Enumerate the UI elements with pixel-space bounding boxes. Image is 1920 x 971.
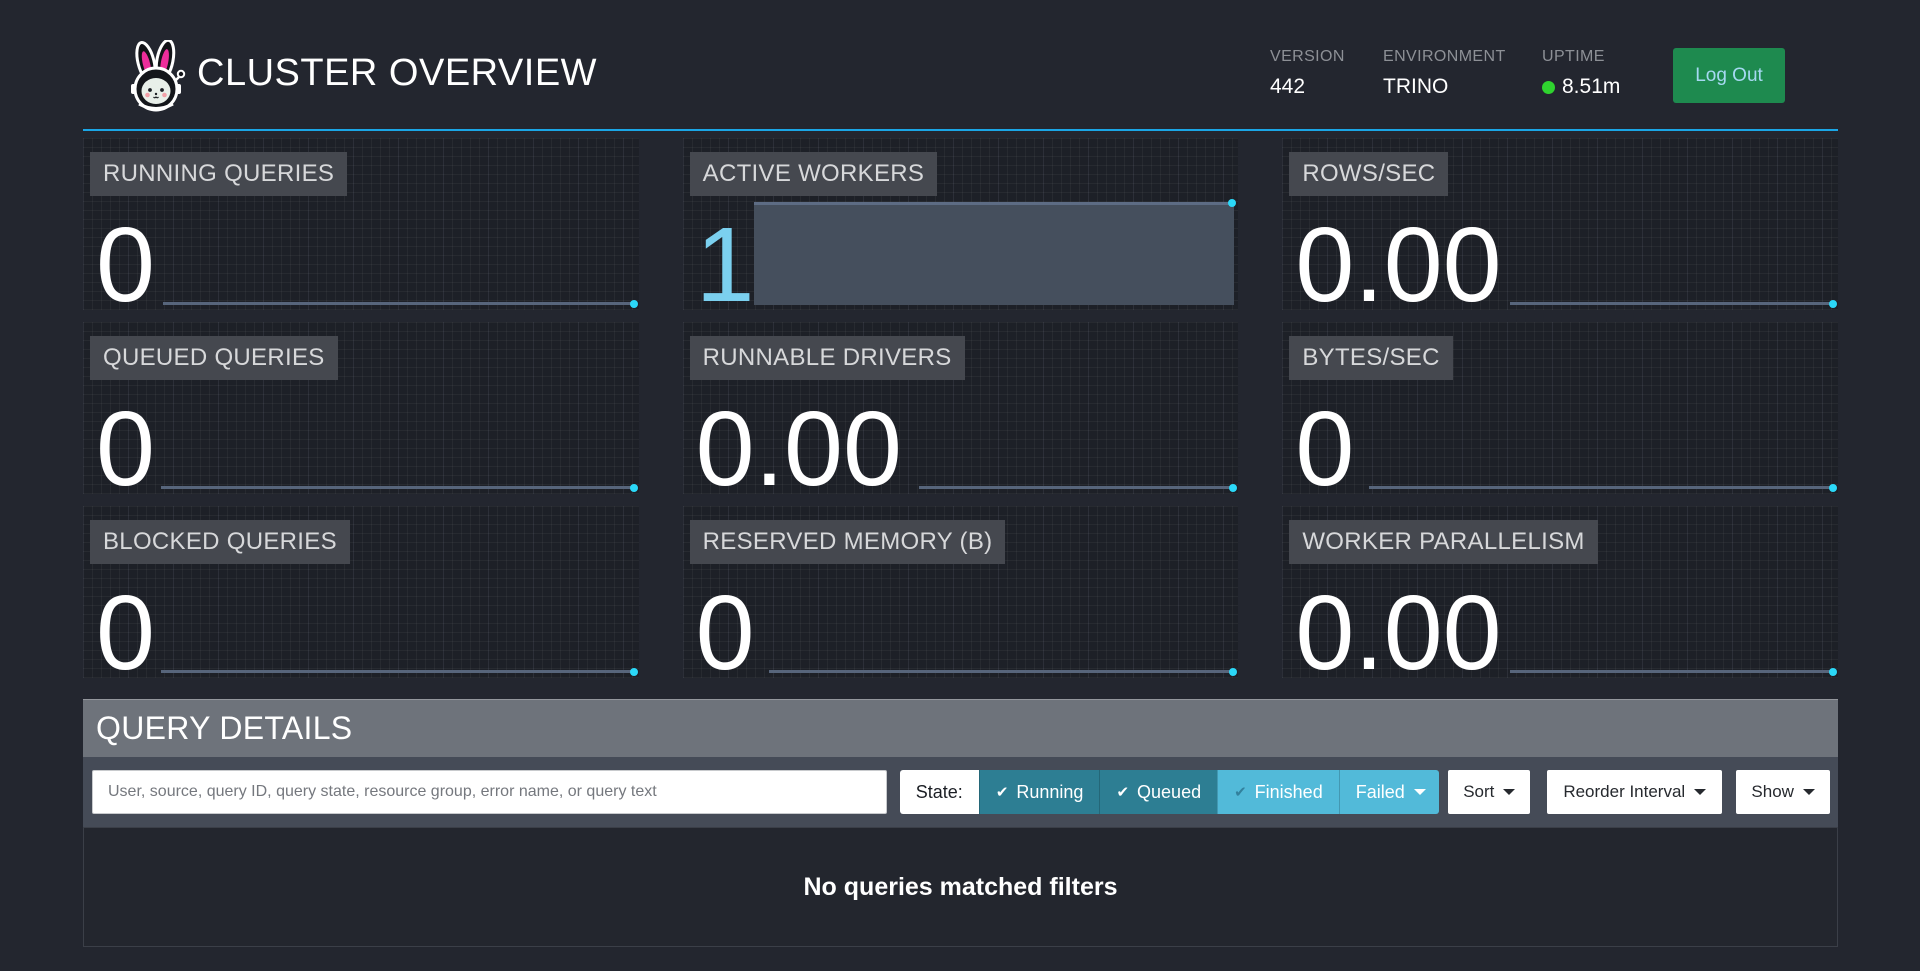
metric-label: RESERVED MEMORY (B) [690,520,1006,564]
header-divider [83,129,1838,131]
caret-down-icon [1803,789,1815,795]
query-details-section: QUERY DETAILS State: ✔ Running ✔ Queued … [83,699,1838,947]
empty-state-message: No queries matched filters [804,873,1118,902]
query-details-title: QUERY DETAILS [96,710,352,747]
metric-card-rows-sec: ROWS/SEC 0.00 [1282,138,1838,310]
metric-value: 0 [96,580,155,686]
uptime-status-dot-icon [1542,81,1555,94]
state-filter-running[interactable]: ✔ Running [979,770,1100,814]
version-label: VERSION [1270,48,1345,66]
metric-value: 1 [696,212,755,318]
metric-value: 0.00 [1295,212,1501,318]
sparkline [919,486,1234,489]
sparkline [163,302,635,305]
metric-card-queued-queries: QUEUED QUERIES 0 [83,322,639,494]
logout-button[interactable]: Log Out [1673,48,1785,103]
sparkline-endpoint-dot-icon [1229,668,1237,676]
uptime-value: 8.51m [1562,75,1620,99]
sparkline-endpoint-dot-icon [1829,668,1837,676]
check-icon: ✔ [1234,783,1247,801]
metric-value: 0 [1295,396,1354,502]
sparkline-endpoint-dot-icon [630,300,638,308]
metric-value: 0 [96,396,155,502]
metric-value: 0 [696,580,755,686]
check-icon: ✔ [1116,783,1129,801]
metric-card-runnable-drivers: RUNNABLE DRIVERS 0.00 [683,322,1239,494]
sparkline [161,670,635,673]
metric-label: WORKER PARALLELISM [1289,520,1597,564]
metric-value: 0 [96,212,155,318]
sparkline [1369,486,1834,489]
sparkline-area [754,202,1235,305]
caret-down-icon [1503,789,1515,795]
environment-value: TRINO [1383,75,1506,99]
metric-card-reserved-memory: RESERVED MEMORY (B) 0 [683,506,1239,678]
cluster-overview-page: CLUSTER OVERVIEW VERSION 442 ENVIRONMENT… [0,0,1920,971]
caret-down-icon [1414,789,1426,795]
query-search-input[interactable] [92,770,887,814]
state-filter-queued[interactable]: ✔ Queued [1099,770,1217,814]
uptime-stat: UPTIME 8.51m [1542,48,1620,99]
metric-label: ACTIVE WORKERS [690,152,938,196]
sparkline [769,670,1234,673]
reorder-interval-dropdown-button[interactable]: Reorder Interval [1547,770,1722,814]
sparkline-endpoint-dot-icon [1829,484,1837,492]
state-filter-label: State: [900,770,979,814]
check-icon: ✔ [996,783,1009,801]
version-stat: VERSION 442 [1270,48,1345,99]
environment-stat: ENVIRONMENT TRINO [1383,48,1506,99]
environment-label: ENVIRONMENT [1383,48,1506,66]
metric-value: 0.00 [696,396,902,502]
metrics-grid: RUNNING QUERIES 0 ACTIVE WORKERS 1 ROWS/… [83,138,1838,678]
page-title: CLUSTER OVERVIEW [197,52,597,95]
metric-card-bytes-sec: BYTES/SEC 0 [1282,322,1838,494]
metric-label: RUNNING QUERIES [90,152,347,196]
metric-label: BYTES/SEC [1289,336,1452,380]
query-list-panel: No queries matched filters [83,827,1838,947]
metric-label: BLOCKED QUERIES [90,520,350,564]
version-value: 442 [1270,75,1345,99]
state-filter-finished[interactable]: ✔ Finished [1217,770,1339,814]
sparkline-endpoint-dot-icon [1228,199,1236,207]
query-filter-toolbar: State: ✔ Running ✔ Queued ✔ Finished ✔ F… [83,757,1838,827]
state-filter-failed[interactable]: ✔ Failed [1339,770,1440,814]
sparkline [1510,302,1834,305]
uptime-label: UPTIME [1542,48,1620,66]
sparkline-endpoint-dot-icon [630,668,638,676]
trino-bunny-logo-icon[interactable] [124,40,188,114]
metric-card-active-workers: ACTIVE WORKERS 1 [683,138,1239,310]
metric-card-running-queries: RUNNING QUERIES 0 [83,138,639,310]
sparkline-endpoint-dot-icon [1229,484,1237,492]
sparkline [1510,670,1834,673]
state-filter-group: State: ✔ Running ✔ Queued ✔ Finished ✔ F… [900,770,1440,814]
metric-label: ROWS/SEC [1289,152,1448,196]
metric-card-blocked-queries: BLOCKED QUERIES 0 [83,506,639,678]
sort-dropdown-button[interactable]: Sort [1448,770,1530,814]
metric-card-worker-parallelism: WORKER PARALLELISM 0.00 [1282,506,1838,678]
sparkline [161,486,635,489]
sparkline-endpoint-dot-icon [630,484,638,492]
sparkline-endpoint-dot-icon [1829,300,1837,308]
caret-down-icon [1694,789,1706,795]
metric-value: 0.00 [1295,580,1501,686]
show-dropdown-button[interactable]: Show [1736,770,1830,814]
metric-label: RUNNABLE DRIVERS [690,336,965,380]
query-details-header: QUERY DETAILS [83,699,1838,757]
metric-label: QUEUED QUERIES [90,336,338,380]
